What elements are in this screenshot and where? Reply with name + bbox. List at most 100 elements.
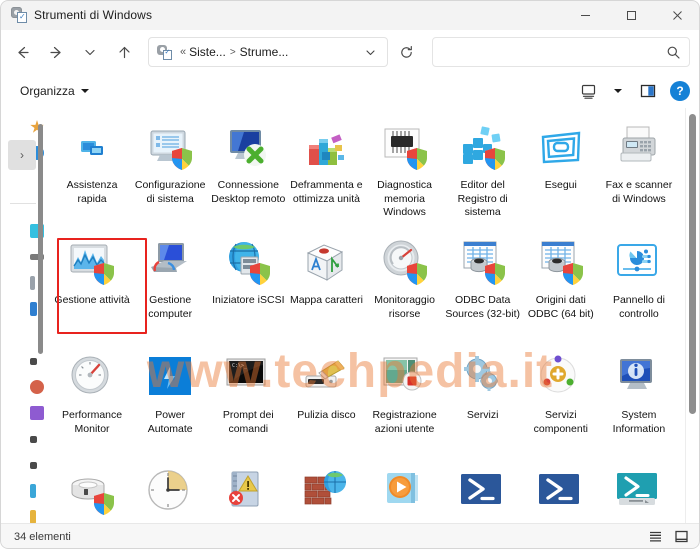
view-button[interactable] bbox=[574, 78, 602, 104]
up-button[interactable] bbox=[108, 36, 140, 68]
file-item[interactable]: Visualizzat bbox=[209, 461, 287, 523]
folder-icon bbox=[30, 276, 35, 290]
file-item[interactable]: Iniziatore iSCSI bbox=[209, 231, 287, 346]
file-item[interactable]: Registrazione azioni utente bbox=[366, 346, 444, 461]
command-bar: Organizza ? bbox=[0, 74, 700, 108]
nav-item-partial[interactable] bbox=[0, 400, 45, 426]
minimize-button[interactable] bbox=[562, 0, 608, 30]
preview-pane-button[interactable] bbox=[634, 78, 662, 104]
file-item[interactable]: Monitoraggio risorse bbox=[366, 231, 444, 346]
file-item-label: Registrazione azioni utente bbox=[372, 409, 437, 435]
disk-icon bbox=[30, 380, 44, 394]
system-information-icon bbox=[615, 354, 663, 402]
search-box[interactable] bbox=[432, 37, 690, 67]
file-item[interactable]: Mappa caratteri bbox=[287, 231, 365, 346]
resource-monitor-icon bbox=[381, 239, 429, 287]
file-item[interactable]: Deframmenta e ottimizza unità bbox=[287, 116, 365, 231]
file-item[interactable]: Connessione Desktop remoto bbox=[209, 116, 287, 231]
view-dropdown-button[interactable] bbox=[604, 78, 632, 104]
nav-pane-scrollbar[interactable] bbox=[38, 124, 43, 354]
file-item[interactable]: Servizi componenti bbox=[522, 346, 600, 461]
large-icons-view-button[interactable] bbox=[672, 528, 690, 546]
refresh-button[interactable] bbox=[390, 37, 422, 67]
breadcrumb-overflow[interactable]: « bbox=[177, 46, 189, 58]
svg-text:C:\>_: C:\>_ bbox=[232, 363, 248, 369]
explorer-body: › Assistenza rapida Configurazione di si… bbox=[0, 108, 700, 523]
file-item[interactable]: Servizi bbox=[444, 346, 522, 461]
quick-assist-icon bbox=[68, 124, 116, 172]
content-scrollbar-thumb[interactable] bbox=[689, 114, 696, 414]
search-input[interactable] bbox=[441, 45, 666, 59]
nav-item-partial[interactable] bbox=[0, 504, 45, 523]
nav-item-partial[interactable] bbox=[0, 478, 45, 504]
file-item[interactable]: Esegui bbox=[522, 116, 600, 231]
system-configuration-icon bbox=[146, 124, 194, 172]
title-bar-left: Strumenti di Windows bbox=[0, 7, 152, 23]
breadcrumb-item-0[interactable]: Siste... bbox=[189, 45, 226, 59]
nav-item-partial[interactable] bbox=[0, 374, 45, 400]
file-item-label: Iniziatore iSCSI bbox=[212, 294, 285, 306]
computer-management-icon bbox=[146, 239, 194, 287]
command-bar-right: ? bbox=[574, 78, 692, 104]
expand-navigation-pane-button[interactable]: › bbox=[8, 140, 36, 170]
file-item[interactable]: Windows bbox=[444, 461, 522, 523]
file-item[interactable]: Windows bbox=[366, 461, 444, 523]
maximize-button[interactable] bbox=[608, 0, 654, 30]
forward-button[interactable] bbox=[40, 36, 72, 68]
file-item[interactable]: C:\>_ Prompt dei comandi bbox=[209, 346, 287, 461]
nav-item-partial[interactable] bbox=[0, 426, 45, 452]
back-button[interactable] bbox=[6, 36, 38, 68]
navigation-pane[interactable]: › bbox=[0, 108, 45, 523]
defragment-drives-icon bbox=[302, 124, 350, 172]
windows-tools-icon bbox=[11, 7, 27, 23]
details-view-button[interactable] bbox=[646, 528, 664, 546]
file-item-label: Performance Monitor bbox=[62, 409, 123, 435]
address-bar[interactable]: « Siste... > Strume... bbox=[148, 37, 388, 67]
windows-media-player-icon bbox=[381, 469, 429, 517]
file-item-label: Configurazione di sistema bbox=[134, 179, 206, 205]
file-item[interactable]: System Information bbox=[600, 346, 678, 461]
items-view[interactable]: Assistenza rapida Configurazione di sist… bbox=[45, 108, 700, 523]
file-item[interactable]: Gestione attività bbox=[53, 231, 131, 346]
file-item[interactable]: Windows bbox=[600, 461, 678, 523]
run-icon bbox=[537, 124, 585, 172]
file-item[interactable]: Performance Monitor bbox=[53, 346, 131, 461]
status-view-buttons bbox=[646, 528, 690, 546]
file-item[interactable]: Unità di bbox=[53, 461, 131, 523]
file-item[interactable]: Configurazione di sistema bbox=[131, 116, 209, 231]
file-item[interactable]: Windows bbox=[522, 461, 600, 523]
recent-locations-button[interactable] bbox=[74, 36, 106, 68]
search-icon[interactable] bbox=[666, 45, 681, 60]
event-viewer-icon bbox=[224, 469, 272, 517]
close-button[interactable] bbox=[654, 0, 700, 30]
file-item[interactable]: Windows bbox=[287, 461, 365, 523]
windows-fax-scan-icon bbox=[615, 124, 663, 172]
file-item[interactable]: Diagnostica memoria Windows bbox=[366, 116, 444, 231]
file-item[interactable]: Editor del Registro di sistema bbox=[444, 116, 522, 231]
file-item[interactable]: Origini dati ODBC (64 bit) bbox=[522, 231, 600, 346]
nav-pane-divider bbox=[10, 203, 36, 204]
file-item-label: Origini dati ODBC (64 bit) bbox=[527, 294, 594, 320]
navigation-bar: « Siste... > Strume... bbox=[0, 30, 700, 74]
disk-cleanup-icon bbox=[302, 354, 350, 402]
file-item-label: Diagnostica memoria Windows bbox=[377, 179, 432, 218]
control-panel-icon bbox=[615, 239, 663, 287]
file-item[interactable]: Assistenza rapida bbox=[53, 116, 131, 231]
file-item[interactable]: ODBC Data Sources (32-bit) bbox=[444, 231, 522, 346]
breadcrumb-folder-icon bbox=[157, 44, 172, 60]
file-item-label: Esegui bbox=[544, 179, 577, 191]
chevron-down-icon[interactable] bbox=[357, 39, 383, 65]
file-item[interactable]: Pannello di controllo bbox=[600, 231, 678, 346]
disk-icon bbox=[30, 406, 44, 420]
file-item[interactable]: Pulizia disco bbox=[287, 346, 365, 461]
file-item[interactable]: Utilità di bbox=[131, 461, 209, 523]
file-item[interactable]: Gestione computer bbox=[131, 231, 209, 346]
organize-menu-button[interactable]: Organizza bbox=[12, 79, 97, 103]
help-button[interactable]: ? bbox=[670, 81, 690, 101]
file-item-label: Assistenza rapida bbox=[66, 179, 118, 205]
file-item[interactable]: Fax e scanner di Windows bbox=[600, 116, 678, 231]
remote-desktop-connection-icon bbox=[224, 124, 272, 172]
breadcrumb-item-1[interactable]: Strume... bbox=[240, 45, 289, 59]
file-item[interactable]: Power Automate bbox=[131, 346, 209, 461]
nav-item-partial[interactable] bbox=[0, 452, 45, 478]
